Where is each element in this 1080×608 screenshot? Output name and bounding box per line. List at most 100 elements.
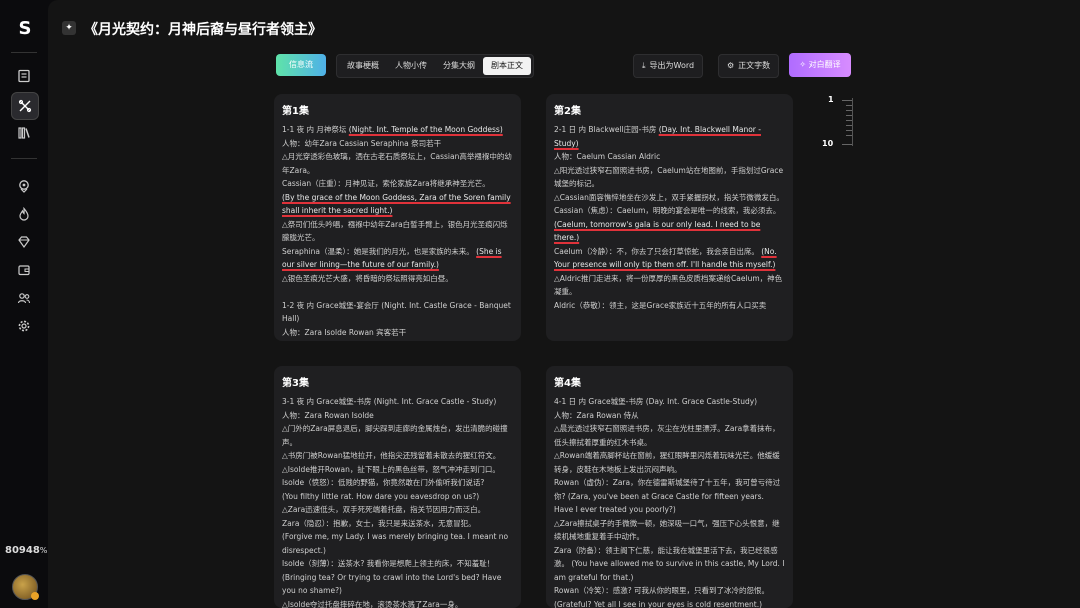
script-line: Caelum（冷静）：不，你去了只会打草惊蛇，我会亲自出席。 (No. Your… [554,245,785,272]
episode-body: 1-1 夜 内 月神祭坛 (Night. Int. Temple of the … [282,123,513,339]
episode-title: 第1集 [282,106,309,117]
tab-synopsis[interactable]: 故事梗概 [339,57,387,75]
translated-dialogue: (By the grace of the Moon Goddess, Zara … [282,192,511,216]
episode-card-3[interactable]: 第3集 3-1 夜 内 Grace城堡-书房 (Night. Int. Grac… [274,366,521,608]
script-text: 3-1 夜 内 Grace城堡-书房 (Night. Int. Grace Ca… [282,397,497,406]
episode-card-1[interactable]: 第1集 1-1 夜 内 月神祭坛 (Night. Int. Temple of … [274,94,521,341]
script-line: (Forgive me, my Lady. I was merely bring… [282,530,513,557]
episode-title: 第2集 [554,106,581,117]
translated-dialogue: (Night. Int. Temple of the Moon Goddess) [348,125,503,134]
script-line: △月光穿透彩色玻璃，洒在古老石质祭坛上，Cassian高举襁褓中的幼年Zara。 [282,150,513,177]
episode-card-2[interactable]: 第2集 2-1 日 内 Blackwell庄园-书房 (Day. Int. Bl… [546,94,793,341]
episode-body: 3-1 夜 内 Grace城堡-书房 (Night. Int. Grace Ca… [282,395,513,608]
script-text: Caelum（冷静）：不，你去了只会打草惊蛇，我会亲自出席。 [554,246,762,256]
wallet-icon[interactable] [12,258,36,282]
script-text: △Isolde夺过托盘摔碎在地，滚烫茶水溅了Zara一身。 [282,599,463,608]
script-line: Isolde（刻薄）：送茶水? 我看你是想爬上领主的床，不知羞耻！ [282,557,513,571]
episode-title: 第3集 [282,378,309,389]
script-line: Rowan（冷笑）：感激? 可我从你的眼里，只看到了冰冷的怨恨。 (Gratef… [554,584,785,608]
ruler-tick [842,144,852,145]
script-text: Seraphina（温柔）：她是我们的月光，也是家族的未来。 [282,246,477,256]
script-text: (Forgive me, my Lady. I was merely bring… [282,532,509,555]
script-text: 4-1 日 内 Grace城堡-书房 (Day. Int. Grace Cast… [554,397,758,406]
episode-scroll-ruler[interactable]: 1 10 [822,95,868,150]
script-line: △Zara迅速低头，双手死死端着托盘，指关节因用力而泛白。 [282,503,513,517]
script-line: 4-1 日 内 Grace城堡-书房 (Day. Int. Grace Cast… [554,395,785,409]
script-text: Cassian（焦虑）：Caelum，明晚的宴会是唯一的线索，我必须去。 [554,206,781,215]
word-count-button[interactable]: ⚙ 正文字数 [718,54,780,78]
script-line: Zara（隐忍）：抱歉，女士，我只是来送茶水，无意冒犯。 [282,517,513,531]
sparkle-icon[interactable]: ✦ [62,21,76,35]
gear-icon[interactable] [12,314,36,338]
script-line: (You filthy little rat. How dare you eav… [282,490,513,504]
script-text: 人物：Zara Isolde Rowan 宾客若干 [282,327,407,337]
script-line [282,285,513,299]
main-panel: ✦ 《月光契约：月神后裔与昼行者领主》 信息流 故事梗概 人物小传 分集大纲 剧… [48,0,1080,608]
script-line: 2-1 日 内 Blackwell庄园-书房 (Day. Int. Blackw… [554,123,785,150]
translate-dialogue-button[interactable]: ✧ 对白翻译 [789,53,851,77]
episode-card-4[interactable]: 第4集 4-1 日 内 Grace城堡-书房 (Day. Int. Grace … [546,366,793,608]
script-text: 人物：Zara Rowan Isolde [282,410,374,420]
script-text: 1-1 夜 内 月神祭坛 [282,125,349,134]
script-text: Rowan（虚伪）：Zara，你在德雷斯城堡待了十五年，我可曾亏待过你? (Za… [554,478,781,514]
ruler-tick [846,115,852,116]
episode-body: 2-1 日 内 Blackwell庄园-书房 (Day. Int. Blackw… [554,123,785,312]
script-line: △门外的Zara屏息退后，脚尖踩到走廊的金属烛台，发出清脆的碰撞声。 [282,422,513,449]
script-text: △银色圣痕光芒大盛，将昏暗的祭坛照得亮如白昼。 [282,273,453,283]
script-line: △Cassian面容憔悴地坐在沙发上，双手紧握拐杖，指关节微微发白。 [554,191,785,205]
script-text: Aldric（恭敬）：领主，这是Grace家族近十五年的所有人口买卖 [554,300,767,310]
ruler-tick [846,105,852,106]
sparkle-icon: ✧ [799,60,809,69]
script-line: Seraphina（温柔）：她是我们的月光，也是家族的未来。 (She is o… [282,245,513,272]
document-icon[interactable] [12,64,36,88]
app-logo[interactable]: S [14,18,36,40]
ruler-tick [846,120,852,121]
ruler-end-label: 10 [822,139,834,148]
script-line: 人物：Zara Isolde Rowan 宾客若干 [282,326,513,340]
script-text: △阳光透过狭窄石窗照进书房，Caelum站在地图前，手指划过Grace城堡的标记… [554,165,784,189]
status-dot [31,592,39,600]
script-line: △Aldric推门走进来，将一份厚厚的黑色皮质档案递给Caelum，神色凝重。 [554,272,785,299]
script-line: 人物：Caelum Cassian Aldric [554,150,785,164]
script-line: △Rowan端着高脚杯站在窗前，猩红眼眸里闪烁着玩味光芒。他缓缓转身，皮鞋在木地… [554,449,785,476]
script-line: (Bringing tea? Or trying to crawl into t… [282,571,513,598]
script-line: Isolde（愤怒）：低贱的野猫，你竟然敢在门外偷听我们说话? [282,476,513,490]
script-line: 人物：Zara Rowan Isolde [282,409,513,423]
flame-icon[interactable] [12,202,36,226]
episode-body: 4-1 日 内 Grace城堡-书房 (Day. Int. Grace Cast… [554,395,785,608]
script-line: Zara（防备）：领主阁下仁慈，能让我在城堡里活下去，我已经很感激。 (You … [554,544,785,585]
tools-icon[interactable] [11,92,39,120]
script-text: 1-2 夜 内 Grace城堡-宴会厅 (Night. Int. Castle … [282,300,511,324]
ruler-track [852,98,853,146]
tab-script[interactable]: 剧本正文 [483,57,531,75]
script-text: △Rowan端着高脚杯站在窗前，猩红眼眸里闪烁着玩味光芒。他缓缓转身，皮鞋在木地… [554,451,780,474]
script-text: △Isolde推开Rowan，扯下眼上的黑色丝带，怒气冲冲走到门口。 [282,464,500,474]
script-text: Isolde（刻薄）：送茶水? 我看你是想爬上领主的床，不知羞耻！ [282,559,495,568]
tab-characters[interactable]: 人物小传 [387,57,435,75]
export-word-button[interactable]: ⤓ 导出为Word [633,54,704,78]
tab-outline[interactable]: 分集大纲 [435,57,483,75]
location-icon[interactable] [12,174,36,198]
download-icon: ⤓ [642,61,646,70]
gear-icon: ⚙ [727,61,735,70]
script-text: △Zara擦拭桌子的手微微一顿，她深吸一口气，强压下心头恨意，继续机械地重复着手… [554,518,780,542]
translated-dialogue: (Caelum, tomorrow's gala is our only lea… [554,219,761,243]
usage-counter: 80948% [5,545,48,556]
script-text: (You filthy little rat. How dare you eav… [282,491,480,501]
diamond-icon[interactable] [12,230,36,254]
script-text: △月光穿透彩色玻璃，洒在古老石质祭坛上，Cassian高举襁褓中的幼年Zara。 [282,152,512,175]
episode-title: 第4集 [554,378,581,389]
script-line: △Isolde推开Rowan，扯下眼上的黑色丝带，怒气冲冲走到门口。 [282,463,513,477]
script-text: Cassian（庄重）：月神见证，索伦家族Zara将继承神圣光芒。 [282,179,490,188]
users-icon[interactable] [12,286,36,310]
avatar[interactable] [12,574,39,600]
script-line: △祭司们低头吟唱，襁褓中幼年Zara白皙手臂上，银色月光圣痕闪烁朦胧光芒。 [282,218,513,245]
ruler-tick [846,130,852,131]
script-text: △Aldric推门走进来，将一份厚厚的黑色皮质档案递给Caelum，神色凝重。 [554,273,783,297]
library-icon[interactable] [12,121,36,145]
script-text: Rowan（冷笑）：感激? 可我从你的眼里，只看到了冰冷的怨恨。 (Gratef… [554,586,770,608]
script-text: Zara（防备）：领主阁下仁慈，能让我在城堡里活下去，我已经很感激。 (You … [554,545,785,582]
info-flow-button[interactable]: 信息流 [276,54,326,76]
script-text: Zara（隐忍）：抱歉，女士，我只是来送茶水，无意冒犯。 [282,518,476,528]
script-text: 2-1 日 内 Blackwell庄园-书房 [554,125,659,134]
